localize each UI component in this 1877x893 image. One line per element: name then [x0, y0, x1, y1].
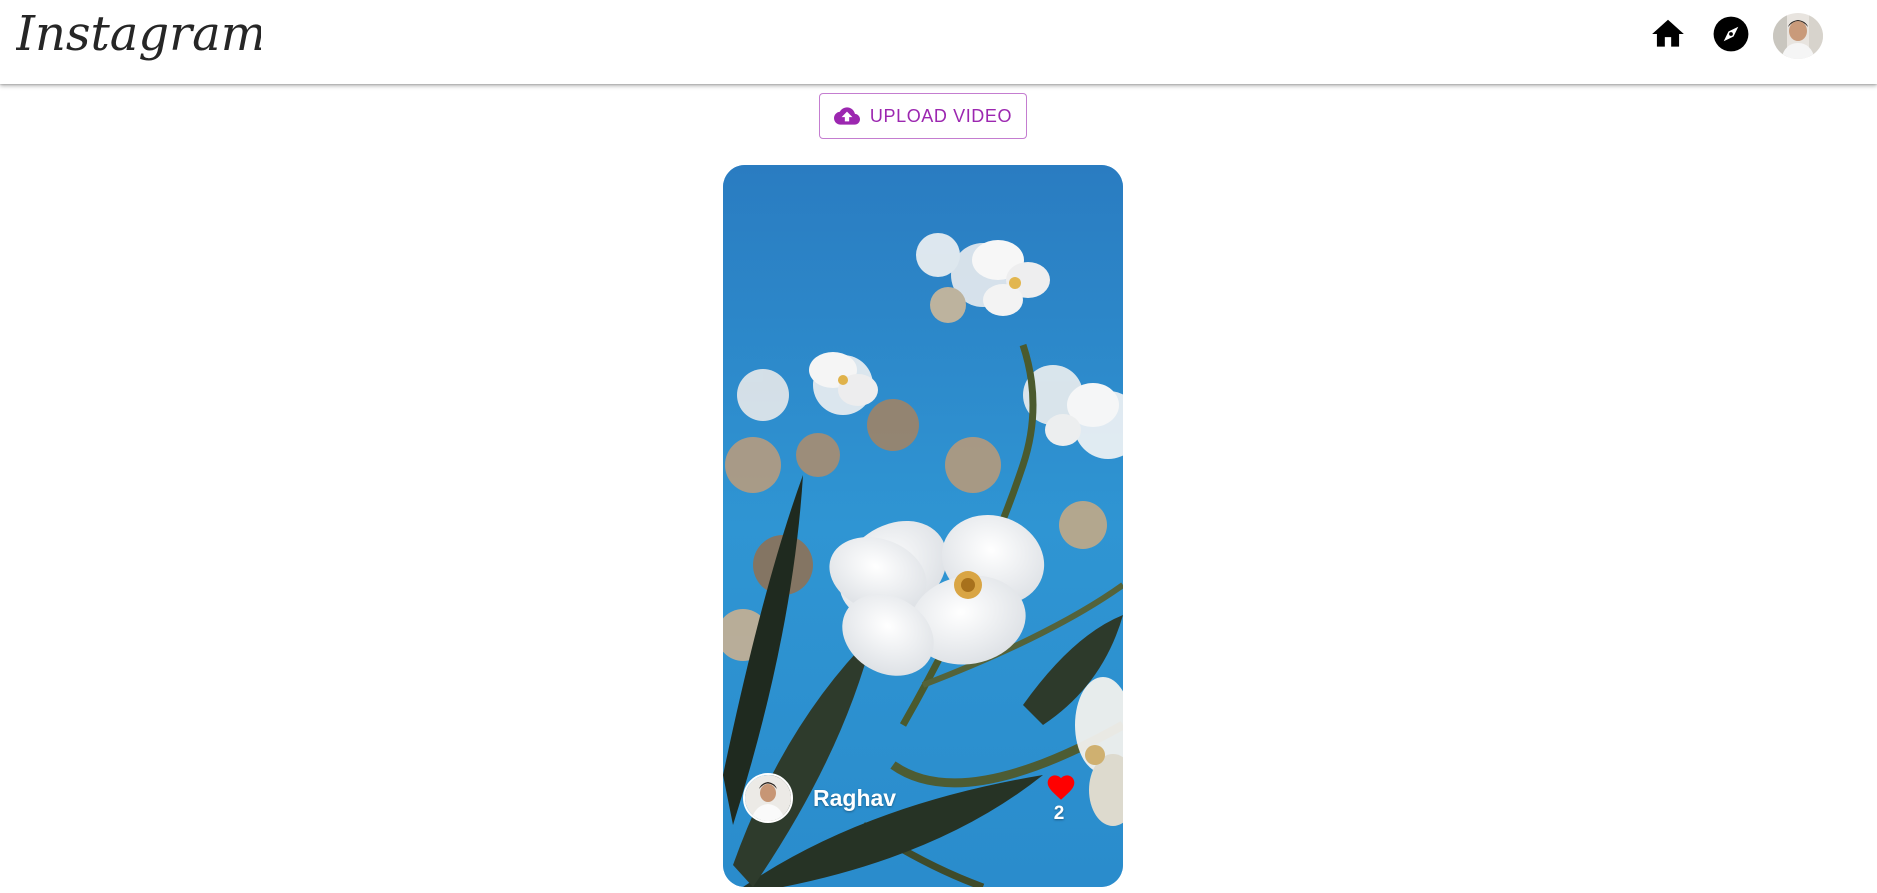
svg-text:Instagram: Instagram — [16, 6, 261, 62]
profile-avatar[interactable] — [1773, 13, 1823, 59]
like-count: 2 — [1053, 803, 1065, 824]
explore-compass-icon[interactable] — [1711, 14, 1751, 54]
upload-video-label: UPLOAD VIDEO — [869, 105, 1013, 126]
reel-author-username[interactable]: Raghav — [813, 785, 896, 812]
reel-author-avatar[interactable] — [743, 773, 793, 823]
upload-video-button[interactable]: UPLOAD VIDEO — [819, 93, 1027, 139]
cloud-upload-icon — [833, 103, 860, 129]
home-icon[interactable] — [1648, 14, 1688, 54]
instagram-logo[interactable]: Instagram — [16, 0, 261, 76]
heart-icon[interactable] — [1045, 771, 1077, 801]
top-navbar: Instagram — [0, 0, 1877, 84]
reel-video-card[interactable]: Raghav 2 — [723, 165, 1123, 887]
